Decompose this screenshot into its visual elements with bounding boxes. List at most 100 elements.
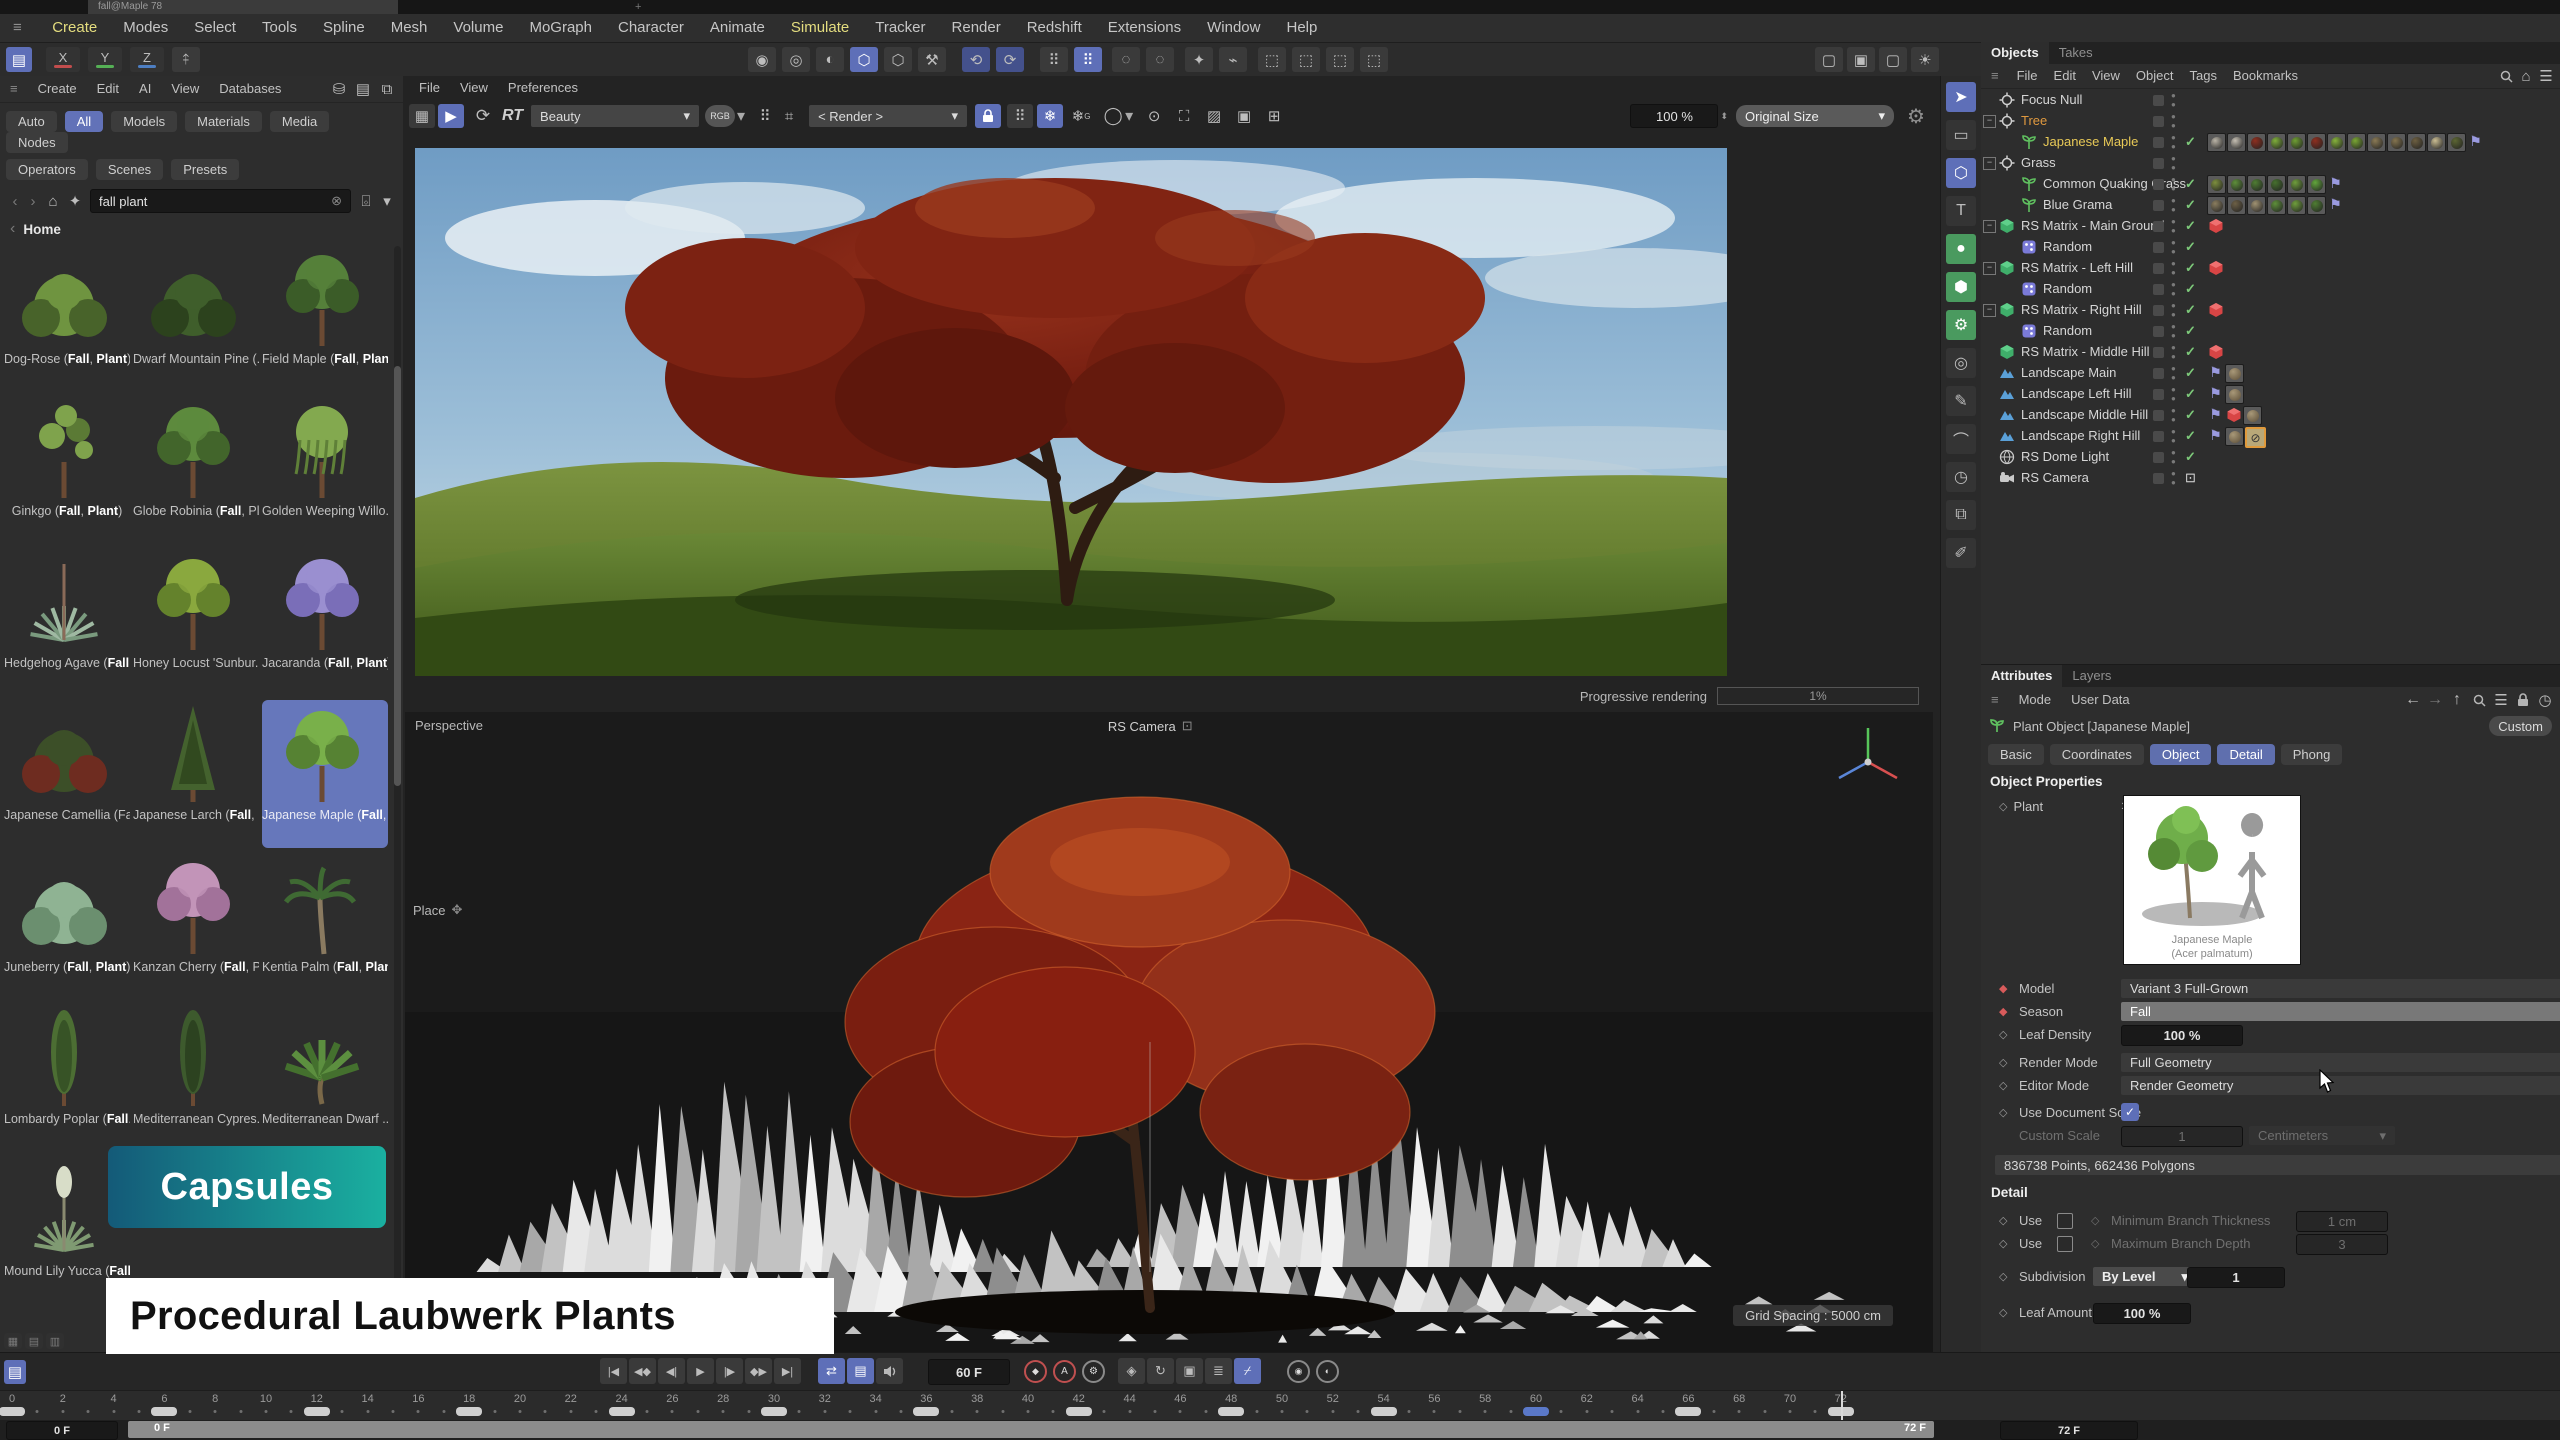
compass-icon[interactable]: ◎: [1946, 348, 1976, 378]
visibility-dots[interactable]: ●●: [2171, 406, 2176, 424]
material-tag-icon[interactable]: [2307, 175, 2326, 194]
layer-box[interactable]: [2153, 326, 2164, 337]
layer-box[interactable]: [2153, 263, 2164, 274]
layer-box[interactable]: [2153, 305, 2164, 316]
object-label[interactable]: RS Matrix - Main Ground: [2021, 218, 2165, 233]
object-label[interactable]: Focus Null: [2021, 92, 2082, 107]
asset-menu-edit[interactable]: Edit: [87, 77, 129, 101]
box1-icon[interactable]: ⬚: [1258, 47, 1286, 72]
subdivision-mode-dropdown[interactable]: By Level▾: [2093, 1267, 2197, 1286]
menu-mesh[interactable]: Mesh: [378, 14, 441, 42]
move-tool-icon[interactable]: ➤: [1946, 82, 1976, 112]
view-grid-icon[interactable]: ▦: [4, 1333, 22, 1349]
histogram-icon[interactable]: ▣: [1231, 104, 1257, 128]
leaf-amount-field[interactable]: 100 %: [2093, 1303, 2191, 1324]
dither-icon[interactable]: ⠿: [753, 104, 777, 128]
display-tag-icon[interactable]: ⚑: [2327, 175, 2344, 192]
object-mode-icon[interactable]: ⬡: [850, 47, 878, 72]
keyframe-marker[interactable]: [609, 1407, 635, 1416]
slash-icon[interactable]: ⌁: [1219, 47, 1247, 72]
object-label[interactable]: Landscape Middle Hill: [2021, 407, 2148, 422]
filter-models[interactable]: Models: [111, 111, 177, 132]
display-tag-icon[interactable]: ⚑: [2207, 364, 2224, 381]
visibility-dots[interactable]: ●●: [2171, 133, 2176, 151]
enable-check-icon[interactable]: ✓: [2185, 218, 2196, 234]
menu-animate[interactable]: Animate: [697, 14, 778, 42]
keyframe-marker[interactable]: [304, 1407, 330, 1416]
material-tag-icon[interactable]: [2227, 175, 2246, 194]
clear-search-icon[interactable]: ⊗: [331, 193, 342, 209]
zoom-field[interactable]: 100 %: [1630, 104, 1718, 128]
menu-modes[interactable]: Modes: [110, 14, 181, 42]
loop-icon[interactable]: ⇄: [818, 1358, 845, 1384]
prev-key-button[interactable]: ◀◆: [629, 1358, 656, 1384]
attr-history-icon[interactable]: ◷: [2534, 691, 2556, 709]
om-filter-icon[interactable]: ☰: [2536, 67, 2556, 85]
subdivision-field[interactable]: 1: [2187, 1267, 2285, 1288]
menu-render[interactable]: Render: [939, 14, 1014, 42]
material-tag-icon[interactable]: [2327, 133, 2346, 152]
filmstrip-icon[interactable]: ▦: [409, 104, 435, 128]
material-tag-icon[interactable]: [2247, 175, 2266, 194]
compare-icon[interactable]: ▨: [1201, 104, 1227, 128]
sound-icon[interactable]: [876, 1358, 903, 1384]
layer-box[interactable]: [2153, 95, 2164, 106]
om-menu-object[interactable]: Object: [2128, 64, 2182, 88]
layout-icon[interactable]: ▤: [353, 80, 373, 98]
record-key-icon[interactable]: ◆: [1022, 1358, 1049, 1384]
material-tag-icon[interactable]: [2287, 196, 2306, 215]
layout2-icon[interactable]: ▣: [1847, 47, 1875, 72]
keyframe-marker[interactable]: [456, 1407, 482, 1416]
visibility-dots[interactable]: ●●: [2171, 280, 2176, 298]
cube2-tool-icon[interactable]: ⬢: [1946, 272, 1976, 302]
gear-tool-icon[interactable]: ⚙: [1946, 310, 1976, 340]
menu-mograph[interactable]: MoGraph: [516, 14, 605, 42]
go-end-button[interactable]: ▶|: [774, 1358, 801, 1384]
object-row[interactable]: Common Quaking Grass●●✓⚑: [1981, 174, 2560, 195]
asset-item[interactable]: Honey Locust 'Sunbur...: [133, 548, 259, 696]
layer-box[interactable]: [2153, 368, 2164, 379]
asset-item[interactable]: Field Maple (Fall, Plant): [262, 244, 388, 392]
add-view-icon[interactable]: ⊞: [1261, 104, 1287, 128]
menu-simulate[interactable]: Simulate: [778, 14, 862, 42]
ipr-icon[interactable]: ◐: [816, 47, 844, 72]
visibility-dots[interactable]: ●●: [2171, 154, 2176, 172]
autokey-icon[interactable]: A: [1051, 1358, 1078, 1384]
asset-item[interactable]: Japanese Camellia (Fal...: [4, 700, 130, 848]
filter-scenes[interactable]: Scenes: [96, 159, 163, 180]
object-row[interactable]: Random●●✓: [1981, 321, 2560, 342]
display-tag-icon[interactable]: ⚑: [2207, 427, 2224, 444]
asset-item[interactable]: Kanzan Cherry (Fall, Pl...: [133, 852, 259, 1000]
target-icon[interactable]: ⊡: [2185, 470, 2196, 486]
layer-box[interactable]: [2153, 389, 2164, 400]
object-label[interactable]: RS Dome Light: [2021, 449, 2109, 464]
object-label[interactable]: Random: [2043, 281, 2092, 296]
material-tag-icon[interactable]: [2207, 133, 2226, 152]
enable-check-icon[interactable]: ✓: [2185, 239, 2196, 255]
material-tag-icon[interactable]: [2247, 196, 2266, 215]
menu-window[interactable]: Window: [1194, 14, 1273, 42]
attr-tab-object[interactable]: Object: [2150, 744, 2212, 765]
attr-tab-basic[interactable]: Basic: [1988, 744, 2044, 765]
visibility-dots[interactable]: ●●: [2171, 259, 2176, 277]
material-tag-icon[interactable]: [2387, 133, 2406, 152]
keyframe-marker[interactable]: [1675, 1407, 1701, 1416]
menu-help[interactable]: Help: [1273, 14, 1330, 42]
keyframe-marker[interactable]: [913, 1407, 939, 1416]
object-label[interactable]: Landscape Left Hill: [2021, 386, 2132, 401]
material-tag-icon[interactable]: [2225, 427, 2244, 446]
enable-check-icon[interactable]: ✓: [2185, 260, 2196, 276]
object-label[interactable]: RS Camera: [2021, 470, 2089, 485]
box4-icon[interactable]: ⬚: [1360, 47, 1388, 72]
material-tag-icon[interactable]: [2225, 385, 2244, 404]
range-start-field[interactable]: 0 F: [6, 1421, 118, 1440]
size-dropdown[interactable]: Original Size▾: [1736, 105, 1894, 127]
object-row[interactable]: −RS Matrix - Right Hill●●✓: [1981, 300, 2560, 321]
enable-check-icon[interactable]: ✓: [2185, 365, 2196, 381]
param-field[interactable]: 1 cm: [2296, 1211, 2388, 1232]
lock-icon[interactable]: [975, 104, 1001, 128]
model-value[interactable]: Variant 3 Full-Grown: [2121, 979, 2560, 998]
visibility-dots[interactable]: ●●: [2171, 217, 2176, 235]
visibility-dots[interactable]: ●●: [2171, 175, 2176, 193]
home-icon[interactable]: ⌂: [42, 193, 64, 210]
